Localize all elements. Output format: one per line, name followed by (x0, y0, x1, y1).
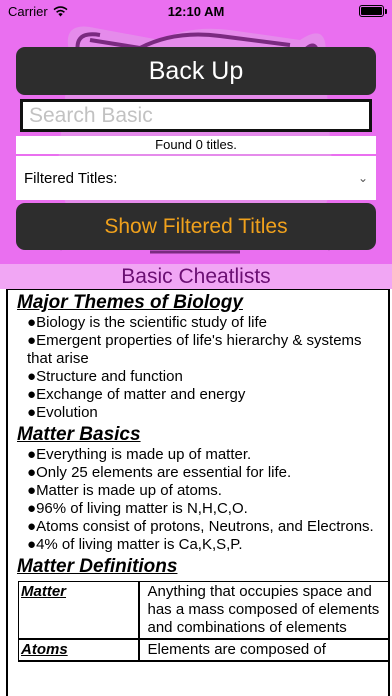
search-input[interactable] (23, 102, 369, 129)
section-heading: Matter Definitions (17, 556, 178, 577)
definition-text: Anything that occupies space and has a m… (138, 581, 388, 640)
cheatlist-content[interactable]: Major Themes of Biology Biology is the s… (6, 289, 390, 696)
list-item: 96% of living matter is N,H,C,O. (27, 500, 388, 518)
definition-term: Atoms (18, 638, 140, 662)
section-heading: Matter Basics (17, 424, 141, 445)
section-heading: Major Themes of Biology (17, 292, 243, 313)
list-item: Exchange of matter and energy (27, 386, 388, 404)
header-area: Carrier 12:10 AM Back Up Found 0 titles.… (0, 0, 392, 264)
list-item: Emergent properties of life's hierarchy … (27, 332, 388, 368)
list-item: Only 25 elements are essential for life. (27, 464, 388, 482)
table-row: Matter Anything that occupies space and … (18, 581, 388, 640)
list-item: Evolution (27, 404, 388, 422)
list-item: Structure and function (27, 368, 388, 386)
list-item: Everything is made up of matter. (27, 446, 388, 464)
battery-icon (359, 5, 387, 17)
definitions-table: Matter Anything that occupies space and … (18, 581, 388, 662)
table-row: Atoms Elements are composed of (18, 638, 388, 662)
search-box[interactable] (20, 99, 372, 132)
bullet-list: Everything is made up of matter. Only 25… (17, 446, 388, 554)
list-item: 4% of living matter is Ca,K,S,P. (27, 536, 388, 554)
section-title: Basic Cheatlists (0, 264, 392, 289)
clock: 12:10 AM (167, 4, 225, 19)
list-item: Atoms consist of protons, Neutrons, and … (27, 518, 388, 536)
filtered-titles-label: Filtered Titles: (24, 169, 118, 187)
found-count-label: Found 0 titles. (16, 136, 376, 154)
list-item: Biology is the scientific study of life (27, 314, 388, 332)
show-filtered-titles-button[interactable]: Show Filtered Titles (16, 203, 376, 250)
chevron-down-icon: ⌄ (357, 171, 368, 185)
bullet-list: Biology is the scientific study of life … (17, 314, 388, 422)
status-bar: Carrier 12:10 AM (0, 0, 392, 22)
back-up-button[interactable]: Back Up (16, 47, 376, 95)
definition-text: Elements are composed of (138, 638, 388, 662)
definition-term: Matter (18, 581, 140, 640)
list-item: Matter is made up of atoms. (27, 482, 388, 500)
filtered-titles-picker[interactable]: Filtered Titles: ⌄ (16, 156, 376, 200)
